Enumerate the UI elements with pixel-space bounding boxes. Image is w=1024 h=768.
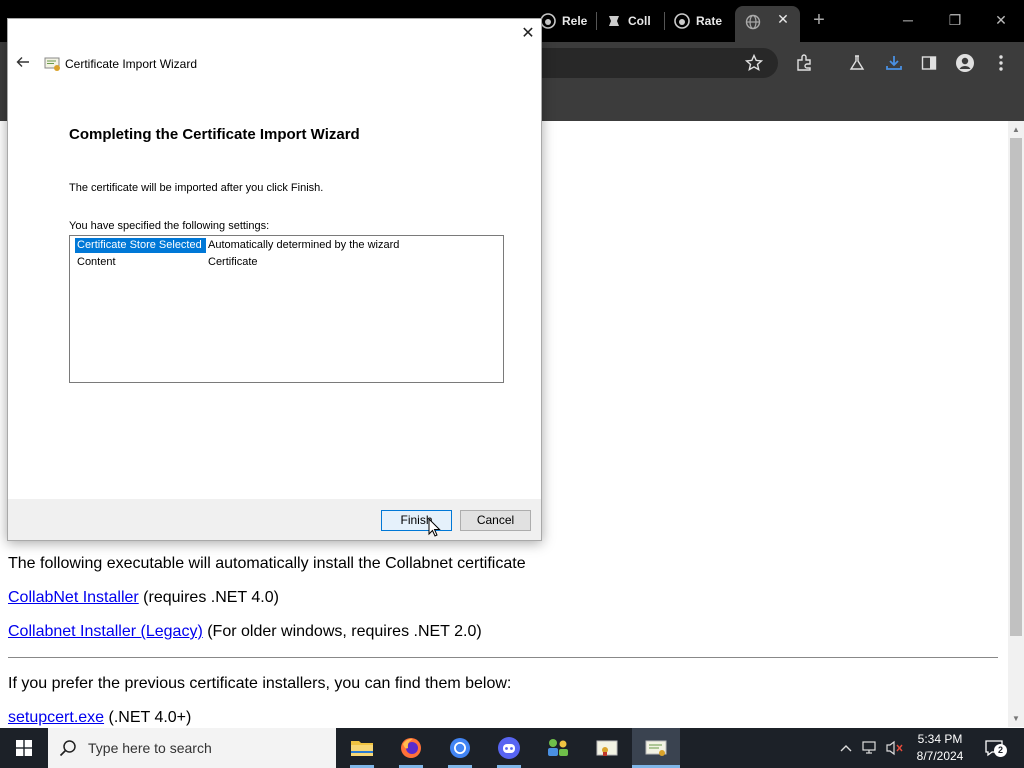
list-item[interactable]: Certificate Store Selected Automatically…	[75, 238, 399, 253]
github-icon	[674, 13, 690, 29]
firefox-icon[interactable]	[387, 728, 435, 768]
legacy-installer-note: (For older windows, requires .NET 2.0)	[202, 623, 482, 640]
minimize-icon[interactable]: ─	[893, 8, 923, 32]
windows-start-icon[interactable]	[0, 728, 48, 768]
file-explorer-icon[interactable]	[338, 728, 386, 768]
dialog-close-icon[interactable]: ✕	[517, 23, 539, 45]
scroll-down-arrow-icon[interactable]: ▼	[1008, 712, 1024, 726]
clock-date: 8/7/2024	[916, 749, 964, 763]
tab-label: Coll	[628, 14, 651, 28]
back-arrow-icon[interactable]	[13, 54, 33, 74]
certificate-manager-icon[interactable]	[583, 728, 631, 768]
dialog-heading: Completing the Certificate Import Wizard	[69, 126, 360, 143]
certificate-wizard-task-icon[interactable]	[632, 728, 680, 768]
taskbar-search-box[interactable]: Type here to search	[48, 728, 336, 768]
github-icon	[540, 13, 556, 29]
tab-label: Rate	[696, 14, 723, 28]
divider	[8, 657, 998, 658]
search-icon	[48, 739, 88, 757]
close-tab-icon[interactable]: ✕	[774, 10, 792, 28]
settings-list[interactable]: Certificate Store Selected Automatically…	[69, 235, 504, 383]
chrome-icon[interactable]	[436, 728, 484, 768]
cancel-button[interactable]: Cancel	[460, 510, 531, 531]
restore-icon[interactable]: ❐	[940, 8, 970, 32]
page-intro-text: The following executable will automatica…	[8, 555, 526, 572]
list-item[interactable]: Content Certificate	[75, 255, 258, 270]
settings-label: You have specified the following setting…	[69, 220, 270, 232]
network-users-icon[interactable]	[534, 728, 582, 768]
scroll-up-arrow-icon[interactable]: ▲	[1008, 123, 1024, 137]
certificate-import-wizard-dialog: ✕ Certificate Import Wizard Completing t…	[7, 18, 542, 541]
chevron-up-icon[interactable]	[836, 738, 856, 758]
setupcert-line: setupcert.exe (.NET 4.0+)	[8, 709, 191, 727]
setting-value: Certificate	[208, 256, 258, 268]
previous-installers-text: If you prefer the previous certificate i…	[8, 675, 512, 692]
tab-label: Rele	[562, 14, 588, 28]
collabnet-icon	[606, 13, 622, 29]
tab-rate[interactable]: Rate	[674, 8, 722, 34]
taskbar-clock[interactable]: 5:34 PM 8/7/2024	[912, 731, 968, 765]
clock-time: 5:34 PM	[917, 732, 963, 746]
close-window-icon[interactable]: ✕	[986, 8, 1016, 32]
tab-separator	[664, 12, 665, 30]
menu-dots-icon[interactable]	[990, 52, 1012, 74]
volume-muted-icon[interactable]	[885, 738, 905, 758]
network-icon[interactable]	[861, 738, 881, 758]
setupcert-note: (.NET 4.0+)	[104, 709, 192, 726]
certificate-icon	[44, 55, 62, 73]
search-placeholder: Type here to search	[88, 740, 212, 756]
tab-separator	[596, 12, 597, 30]
setting-key: Certificate Store Selected	[75, 238, 206, 253]
bookmark-star-icon[interactable]	[743, 52, 765, 74]
dialog-description: The certificate will be imported after y…	[69, 182, 324, 194]
legacy-installer-line: Collabnet Installer (Legacy) (For older …	[8, 623, 482, 641]
notification-center-icon[interactable]: 2	[980, 734, 1008, 762]
globe-icon	[745, 14, 761, 35]
collabnet-installer-link[interactable]: CollabNet Installer	[8, 589, 139, 606]
new-tab-icon[interactable]: +	[808, 10, 830, 32]
scroll-thumb[interactable]	[1010, 138, 1022, 636]
tab-releases[interactable]: Rele	[540, 8, 587, 34]
installer-note: (requires .NET 4.0)	[138, 589, 279, 606]
labs-flask-icon[interactable]	[846, 52, 868, 74]
setting-key: Content	[77, 256, 116, 268]
tab-collabnet[interactable]: Coll	[606, 8, 651, 34]
mouse-cursor-icon	[428, 517, 442, 538]
collabnet-legacy-installer-link[interactable]: Collabnet Installer (Legacy)	[8, 623, 203, 640]
extensions-icon[interactable]	[793, 52, 815, 74]
installer-line: CollabNet Installer (requires .NET 4.0)	[8, 589, 279, 607]
dialog-title: Certificate Import Wizard	[65, 57, 198, 71]
setupcert-link[interactable]: setupcert.exe	[8, 709, 104, 726]
notification-count-badge: 2	[994, 744, 1007, 757]
profile-avatar-icon[interactable]	[954, 52, 976, 74]
discord-icon[interactable]	[485, 728, 533, 768]
setting-value: Automatically determined by the wizard	[208, 239, 400, 251]
side-panel-icon[interactable]	[918, 52, 940, 74]
download-icon[interactable]	[883, 52, 905, 74]
